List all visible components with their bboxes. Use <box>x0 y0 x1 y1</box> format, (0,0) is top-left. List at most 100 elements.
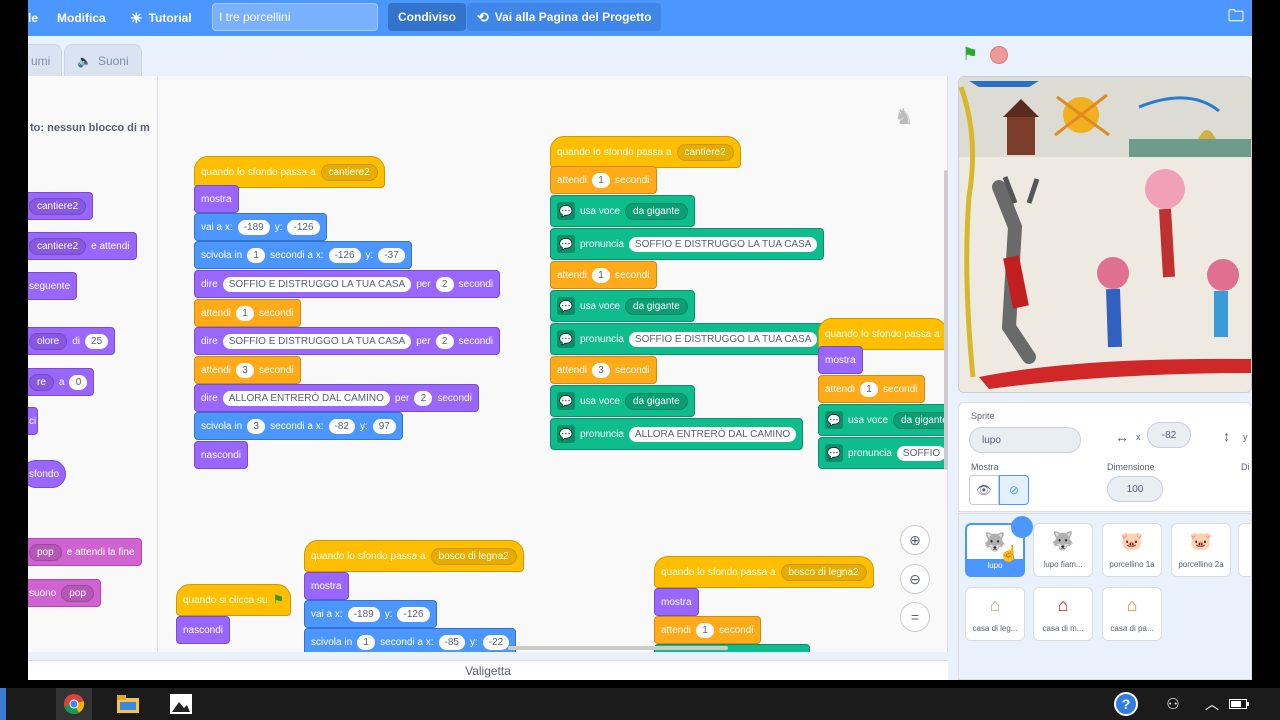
sprite-thumb[interactable]: 🐺 lupo fiam... <box>1033 523 1093 577</box>
palette-play-sound-until-done-block[interactable]: pop e attendi la fine <box>28 538 142 566</box>
palette-clear-effects-block[interactable]: ci <box>28 407 38 435</box>
show-block[interactable]: mostra <box>654 588 699 616</box>
menu-tutorial[interactable]: ☀ Tutorial <box>130 0 192 36</box>
sprite-thumb[interactable] <box>1238 523 1251 577</box>
sprite-thumb[interactable]: ⌂ casa di pa... <box>1102 587 1162 641</box>
say-for-secs-block[interactable]: dire SOFFIO E DISTRUGGO LA TUA CASA per 2 se… <box>194 270 501 298</box>
say-for-secs-block[interactable]: dire ALLORA ENTRERÒ DAL CAMINO per 2 secondi <box>194 384 479 412</box>
speech-icon: 💬 <box>825 411 843 429</box>
palette-start-sound-block[interactable]: suono pop <box>28 579 101 607</box>
palette-backdrop-reporter[interactable]: sfondo <box>28 460 67 488</box>
speak-block[interactable]: 💬 pronuncia SOFFIO <box>818 437 947 469</box>
speaker-icon: 🔈 <box>77 53 92 68</box>
sprite-label: Sprite <box>971 411 995 421</box>
palette-change-effect-block[interactable]: olore di 25 <box>28 327 116 355</box>
backpack-bar[interactable]: Valigetta <box>28 660 948 680</box>
help-icon[interactable]: ? <box>1110 688 1142 720</box>
palette-set-effect-block[interactable]: re a 0 <box>28 368 95 396</box>
hat-backdrop-switch-block[interactable]: quando lo sfondo passa a cantiere2 <box>194 156 385 188</box>
speech-icon: 💬 <box>557 392 575 410</box>
size-input[interactable]: 100 <box>1107 476 1163 502</box>
palette-switch-backdrop-block[interactable]: cantiere2 <box>28 192 94 220</box>
glide-block[interactable]: scivola in 1 secondi a x: -126 y: -37 <box>194 241 412 269</box>
hat-backdrop-switch-block[interactable]: quando lo sfondo passa a cantiere2 <box>550 136 741 168</box>
sprite-watermark-icon: ♞ <box>894 104 914 129</box>
wait-block[interactable]: attendi 3 secondi <box>194 356 301 384</box>
hat-green-flag-block[interactable]: quando si clicca su ⚑ <box>176 584 292 616</box>
set-voice-block[interactable]: 💬 usa voce da gigante <box>550 385 695 417</box>
x-position-input[interactable]: -82 <box>1147 422 1191 448</box>
photos-icon[interactable] <box>163 688 199 720</box>
hide-block[interactable]: nascondi <box>176 616 231 644</box>
show-eye-icon[interactable]: 👁 <box>969 475 999 505</box>
palette-switch-backdrop-wait-block[interactable]: cantiere2 e attendi <box>28 232 137 260</box>
y-label: y <box>1243 432 1248 442</box>
wait-block[interactable]: attendi 1 secondi <box>818 375 925 403</box>
delete-sprite-button[interactable] <box>1011 516 1033 538</box>
goto-xy-block[interactable]: vai a x: -189 y: -126 <box>304 600 437 628</box>
project-title-input[interactable]: I tre porcellini <box>212 3 378 31</box>
say-for-secs-block[interactable]: dire SOFFIO E DISTRUGGO LA TUA CASA per 2 se… <box>194 327 501 355</box>
lightbulb-icon: ☀ <box>130 9 143 26</box>
menu-edit[interactable]: Modifica <box>57 0 106 36</box>
sprite-thumb[interactable]: 🐷 porcellino 2a <box>1171 523 1231 577</box>
block-palette: to: nessun blocco di m cantiere2 cantier… <box>28 76 158 652</box>
wait-block[interactable]: attendi 1 secondi <box>194 299 301 327</box>
wolf-icon: 🐺 <box>1051 530 1075 551</box>
refresh-icon: ⟲ <box>477 8 489 25</box>
show-block[interactable]: mostra <box>194 185 239 213</box>
speak-block[interactable]: 💬 pronuncia SOFFIO E DISTRUGGO LA TUA CASA <box>550 228 825 260</box>
zoom-reset-icon[interactable]: = <box>900 602 930 632</box>
speak-block[interactable]: 💬 pronuncia SOFFIO E DISTRUGGO LA TUA CASA <box>550 323 825 355</box>
sprite-thumb[interactable]: ⌂ casa di leg... <box>965 587 1025 641</box>
set-voice-block[interactable]: 💬 usa voce da gigante <box>550 195 695 227</box>
speech-icon: 💬 <box>557 330 575 348</box>
stage-canvas[interactable] <box>958 76 1252 393</box>
people-icon[interactable]: ⚇ <box>1158 688 1188 720</box>
zoom-out-icon[interactable]: ⊖ <box>900 564 930 594</box>
tab-sounds[interactable]: 🔈 Suoni <box>64 44 142 76</box>
battery-icon[interactable] <box>1228 688 1250 720</box>
zoom-in-icon[interactable]: ⊕ <box>900 525 930 555</box>
os-taskbar: ? ⚇ ︿ <box>0 688 1280 720</box>
speak-block[interactable]: 💬 pronuncia ALLORA ENTRERÒ DAL CAMINO <box>550 418 804 450</box>
shared-button[interactable]: Condiviso <box>388 3 467 31</box>
set-voice-block[interactable]: 💬 usa voce da gigante <box>818 404 947 436</box>
stop-icon[interactable] <box>990 46 1008 64</box>
green-flag-icon[interactable]: ⚑ <box>962 44 978 65</box>
hat-backdrop-switch-block[interactable]: quando lo sfondo passa a bosco di legna2 <box>654 556 874 588</box>
speech-icon: 💬 <box>557 425 575 443</box>
wait-block[interactable]: attendi 1 secondi <box>550 261 657 289</box>
show-block[interactable]: mostra <box>304 572 349 600</box>
file-explorer-icon[interactable] <box>110 688 146 720</box>
sprite-thumb[interactable]: ⌂ casa di m... <box>1033 587 1093 641</box>
set-voice-block[interactable]: 💬 usa voce da gigante <box>550 290 695 322</box>
menu-bar: le Modifica ☀ Tutorial I tre porcellini … <box>28 0 1252 36</box>
sprite-info-panel: Sprite lupo ↔ x -82 ↕ y Mostra 👁 ⊘ Dimen… <box>958 402 1252 512</box>
workspace-vertical-scrollbar[interactable] <box>944 170 948 470</box>
palette-next-backdrop-block[interactable]: seguente <box>28 272 78 300</box>
wait-block[interactable]: attendi 1 secondi <box>550 166 657 194</box>
tab-costumes[interactable]: umi <box>28 44 62 76</box>
goto-xy-block[interactable]: vai a x: -189 y: -126 <box>194 213 327 241</box>
workspace-horizontal-scrollbar[interactable] <box>508 646 728 650</box>
chrome-icon[interactable] <box>56 688 92 720</box>
chevron-up-icon[interactable]: ︿ <box>1200 688 1224 720</box>
code-workspace[interactable]: ♞ quando lo sfondo passa a cantiere2 most… <box>158 76 948 652</box>
menu-file[interactable]: le <box>28 0 38 36</box>
wait-block[interactable]: attendi 3 secondi <box>550 356 657 384</box>
glide-block[interactable]: scivola in 1 secondi a x: -85 y: -22 <box>304 628 517 652</box>
wait-block[interactable]: attendi 1 secondi <box>654 616 761 644</box>
glide-block[interactable]: scivola in 3 secondi a x: -82 y: 97 <box>194 412 403 440</box>
sprite-list: 🐺 lupo 🐺 lupo fiam... 🐷 porcellino 1a 🐷 … <box>958 513 1252 680</box>
sprite-name-input[interactable]: lupo <box>969 427 1081 453</box>
sprite-thumb[interactable]: 🐷 porcellino 1a <box>1102 523 1162 577</box>
hide-block[interactable]: nascondi <box>194 441 249 469</box>
project-page-button[interactable]: ⟲ Vai alla Pagina del Progetto <box>467 3 662 31</box>
hat-backdrop-switch-block[interactable]: quando lo sfondo passa a bosco di legna2 <box>304 540 524 572</box>
show-block[interactable]: mostra <box>818 346 863 374</box>
folder-icon[interactable]: 🗀 <box>1228 0 1244 36</box>
hide-eye-icon[interactable]: ⊘ <box>999 475 1029 505</box>
pig-icon: 🐷 <box>1189 530 1213 551</box>
pig-icon: 🐷 <box>1120 530 1144 551</box>
